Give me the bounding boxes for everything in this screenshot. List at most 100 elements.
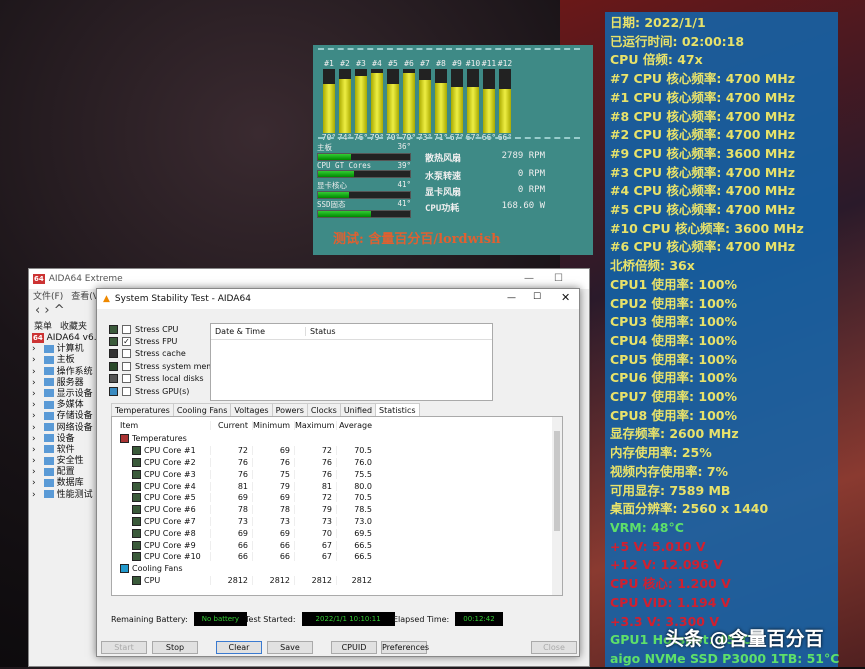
close-button[interactable]: Close [531, 641, 577, 654]
core-bar: #274° [339, 59, 351, 142]
sensor-label-row: 显卡核心41° [317, 180, 411, 191]
stat-line: CPU7 使用率: 100% [610, 388, 833, 407]
bar-fill [387, 84, 399, 133]
tree-label: 操作系统 [57, 367, 93, 377]
stat-line: aigo NVMe SSD P3000 1TB: 51°C [610, 650, 833, 669]
stress-checkbox[interactable] [122, 325, 131, 334]
maximize-button[interactable]: ☐ [554, 273, 563, 284]
stress-label: Stress CPU [135, 325, 178, 334]
table-row: CPU Core #773737373.0 [112, 516, 562, 528]
col-status: Status [306, 327, 336, 336]
forward-button[interactable]: › [44, 303, 49, 318]
close-icon[interactable]: ✕ [561, 291, 570, 304]
value-cell: 2812 [294, 576, 336, 585]
value-cell: 69 [210, 493, 252, 502]
clear-button[interactable]: Clear [216, 641, 262, 654]
stat-line: #5 CPU 核心频率: 4700 MHz [610, 201, 833, 220]
value-cell: 69 [252, 446, 294, 455]
stat-line: 桌面分辨率: 2560 x 1440 [610, 500, 833, 519]
value-cell: 72 [210, 446, 252, 455]
stat-line: +5 V: 5.010 V [610, 538, 833, 557]
value-cell: 76 [210, 470, 252, 479]
bar-track [387, 69, 399, 133]
stress-checkbox[interactable] [122, 362, 131, 371]
stat-line: 视频内存使用率: 7% [610, 463, 833, 482]
core-label: #2 [340, 59, 350, 68]
stop-button[interactable]: Stop [152, 641, 198, 654]
stress-icon [109, 337, 118, 346]
stress-checkbox[interactable] [122, 387, 131, 396]
stability-test-dialog: ▲System Stability Test - AIDA64 — ☐ ✕ St… [96, 288, 580, 657]
up-button[interactable]: ^ [54, 303, 65, 318]
stress-icon [109, 325, 118, 334]
fan-row: 散热风扇2789 RPM [425, 151, 545, 164]
stress-label: Stress cache [135, 349, 186, 358]
tab-favorites[interactable]: 收藏夹 [60, 319, 87, 333]
sensor-track [317, 210, 411, 218]
value-cell: 66 [252, 552, 294, 561]
item-name: CPU Core #1 [144, 446, 196, 455]
tree-label: 主板 [57, 355, 75, 365]
stat-line: CPU VID: 1.194 V [610, 594, 833, 613]
tree-icon [44, 401, 54, 409]
tree-label: 显示设备 [57, 389, 93, 399]
item-name: CPU Core #7 [144, 517, 196, 526]
scrollbar[interactable] [552, 417, 562, 595]
value-cell: 81 [210, 482, 252, 491]
back-button[interactable]: ‹ [35, 303, 40, 318]
sensor-chip-icon [132, 576, 141, 585]
tree-label: 存储设备 [57, 411, 93, 421]
aida64-logo-icon: 64 [32, 333, 44, 343]
value-cell: 70 [294, 529, 336, 538]
minimize-button[interactable]: — [507, 293, 516, 303]
tree-icon [44, 345, 54, 353]
started-label: Test Started: [245, 615, 296, 624]
value-cell: 2812 [336, 576, 376, 585]
sensor-chip-icon [132, 493, 141, 502]
value-cell: 72 [294, 493, 336, 502]
core-bar: #170° [323, 59, 335, 142]
stat-line: #6 CPU 核心频率: 4700 MHz [610, 238, 833, 257]
sensor-fill [318, 154, 351, 160]
value-cell: 66.5 [336, 541, 376, 550]
minimize-button[interactable]: — [524, 273, 534, 284]
sensor: 主板36° [317, 142, 411, 161]
fan-value: 168.60 W [487, 201, 545, 214]
group-label: Temperatures [112, 434, 210, 443]
bar-track [419, 69, 431, 133]
flame-icon: ▲ [103, 294, 110, 304]
cpuid-button[interactable]: CPUID [331, 641, 377, 654]
stress-checkbox[interactable] [122, 349, 131, 358]
stat-line: #2 CPU 核心频率: 4700 MHz [610, 126, 833, 145]
fan-name: 水泵转速 [425, 169, 487, 182]
stress-checkbox[interactable]: ✓ [122, 337, 131, 346]
value-cell: 66.5 [336, 552, 376, 561]
item-name: CPU Core #2 [144, 458, 196, 467]
item-cell: CPU Core #3 [112, 470, 210, 479]
stat-line: CPU8 使用率: 100% [610, 407, 833, 426]
bar-fill [371, 73, 383, 133]
sensor-chip-icon [132, 517, 141, 526]
core-label: #10 [466, 59, 480, 68]
value-cell: 69 [252, 493, 294, 502]
table-row: CPU Core #569697270.5 [112, 492, 562, 504]
core-bar: #679° [403, 59, 415, 142]
preferences-button[interactable]: Preferences [381, 641, 427, 654]
start-button[interactable]: Start [101, 641, 147, 654]
table-row: CPU Core #869697069.5 [112, 527, 562, 539]
tree-label: 数据库 [57, 478, 84, 488]
save-button[interactable]: Save [267, 641, 313, 654]
maximize-button[interactable]: ☐ [533, 292, 541, 302]
tree-label: 服务器 [57, 378, 84, 388]
stat-line: 日期: 2022/1/1 [610, 14, 833, 33]
bar-fill [467, 87, 479, 133]
sensor-chip-icon [132, 482, 141, 491]
stress-checkbox[interactable] [122, 374, 131, 383]
sensor-name: 主板 [317, 142, 332, 153]
tab-menu[interactable]: 菜单 [34, 319, 52, 333]
value-cell: 73 [294, 517, 336, 526]
test-credit: 测试: 含量百分百/lordwish [333, 228, 501, 247]
menu-file[interactable]: 文件(F) [33, 289, 63, 303]
watermark: 头条 @含量百分百 [665, 624, 824, 651]
stat-line: 北桥倍频: 36x [610, 257, 833, 276]
